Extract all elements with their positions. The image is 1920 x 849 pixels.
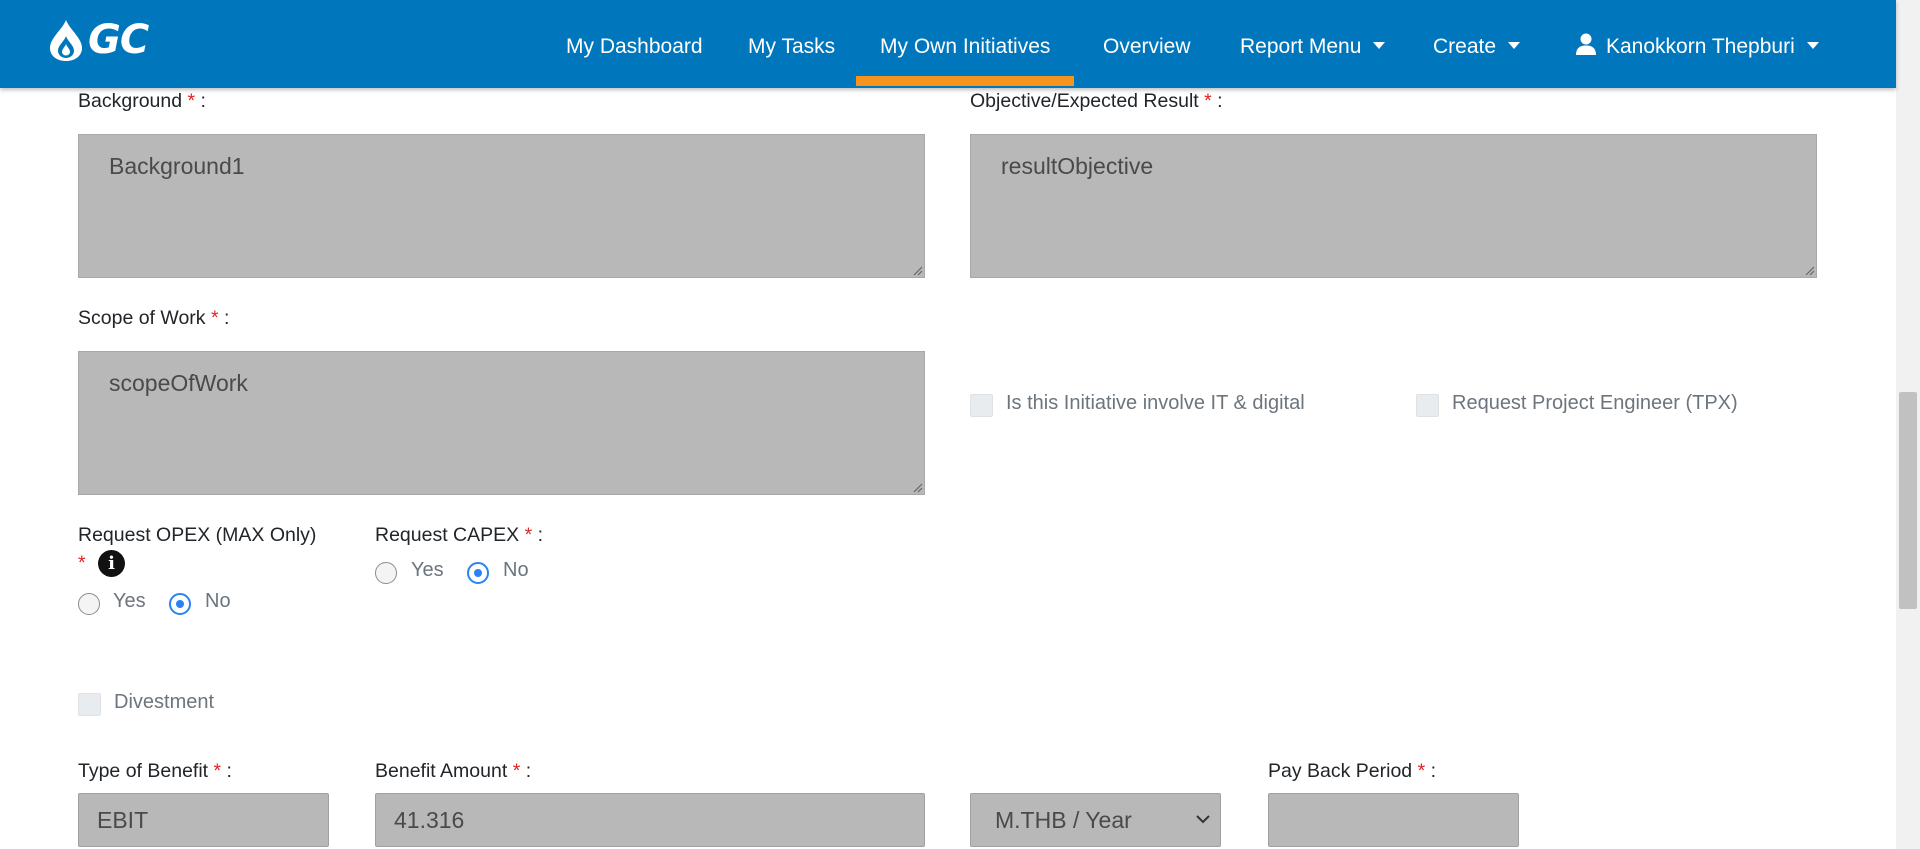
payback-label-text: Pay Back Period — [1268, 760, 1413, 782]
required-mark: * — [210, 307, 219, 329]
required-mark: * — [512, 760, 521, 782]
nav-report-menu-label: Report Menu — [1240, 35, 1362, 58]
scope-label: Scope of Work * : — [78, 307, 229, 330]
tpx-label: Request Project Engineer (TPX) — [1452, 392, 1738, 414]
gc-logo[interactable]: GC — [48, 17, 149, 63]
capex-no-radio[interactable] — [467, 562, 489, 584]
required-mark: * — [78, 552, 86, 574]
objective-value: resultObjective — [1001, 153, 1154, 179]
flame-drop-icon — [50, 20, 82, 61]
background-label: Background * : — [78, 90, 206, 113]
capex-yes-label: Yes — [411, 559, 444, 581]
chevron-down-icon — [1508, 41, 1521, 49]
background-value: Background1 — [109, 153, 245, 179]
logo-text: GC — [88, 17, 149, 63]
nav-my-own-initiatives[interactable]: My Own Initiatives — [855, 0, 1075, 88]
nav-user-menu[interactable]: Kanokkorn Thepburi — [1576, 0, 1819, 88]
opex-yes-radio[interactable] — [78, 593, 100, 615]
payback-period-input[interactable] — [1268, 793, 1519, 847]
nav-my-dashboard[interactable]: My Dashboard — [566, 0, 703, 88]
required-mark: * — [187, 90, 196, 112]
resize-grip-icon[interactable] — [911, 264, 923, 276]
label-colon: : — [200, 90, 206, 112]
label-colon: : — [1217, 90, 1223, 112]
opex-label: Request OPEX (MAX Only) — [78, 524, 317, 546]
benefit-amount-input[interactable]: 41.316 — [375, 793, 925, 847]
chevron-down-icon — [1196, 815, 1210, 824]
opex-no-label: No — [205, 590, 231, 612]
capex-label-text: Request CAPEX — [375, 524, 520, 546]
benefit-amount-label-text: Benefit Amount — [375, 760, 508, 782]
label-colon: : — [537, 524, 544, 546]
type-of-benefit-label: Type of Benefit * : — [78, 760, 232, 783]
chevron-down-icon — [1806, 41, 1819, 49]
benefit-amount-label: Benefit Amount * : — [375, 760, 531, 783]
nav-report-menu[interactable]: Report Menu — [1240, 0, 1386, 88]
label-colon: : — [226, 760, 232, 782]
nav-my-tasks[interactable]: My Tasks — [748, 0, 835, 88]
nav-create-label: Create — [1433, 35, 1497, 58]
resize-grip-icon[interactable] — [1803, 264, 1815, 276]
chevron-down-icon — [1373, 41, 1386, 49]
objective-label-text: Objective/Expected Result — [970, 90, 1199, 112]
label-colon: : — [1430, 760, 1437, 782]
type-of-benefit-label-text: Type of Benefit — [78, 760, 209, 782]
benefit-unit-select[interactable]: M.THB / Year — [970, 793, 1221, 847]
scope-textarea[interactable]: scopeOfWork — [78, 351, 925, 495]
nav-overview[interactable]: Overview — [1103, 0, 1191, 88]
user-icon — [1576, 33, 1596, 56]
tpx-checkbox[interactable] — [1416, 394, 1439, 417]
resize-grip-icon[interactable] — [911, 481, 923, 493]
divestment-checkbox[interactable] — [78, 693, 101, 716]
capex-label: Request CAPEX * : — [375, 524, 543, 547]
opex-required-mark: * — [78, 552, 86, 575]
opex-yes-label: Yes — [113, 590, 146, 612]
required-mark: * — [1417, 760, 1426, 782]
type-of-benefit-field[interactable]: EBIT — [78, 793, 329, 847]
required-mark: * — [213, 760, 222, 782]
required-mark: * — [1204, 90, 1212, 112]
capex-no-label: No — [503, 559, 529, 581]
background-label-text: Background — [78, 90, 183, 112]
background-textarea[interactable]: Background1 — [78, 134, 925, 278]
label-colon: : — [525, 760, 532, 782]
it-digital-label: Is this Initiative involve IT & digital — [1006, 392, 1305, 414]
page-scrollbar-thumb[interactable] — [1899, 392, 1917, 609]
objective-textarea[interactable]: resultObjective — [970, 134, 1817, 278]
label-colon: : — [223, 307, 230, 329]
scope-value: scopeOfWork — [109, 370, 248, 396]
user-name: Kanokkorn Thepburi — [1606, 35, 1795, 58]
it-digital-checkbox[interactable] — [970, 394, 993, 417]
objective-label: Objective/Expected Result * : — [970, 90, 1223, 113]
nav-my-own-initiatives-label: My Own Initiatives — [880, 35, 1051, 58]
capex-yes-radio[interactable] — [375, 562, 397, 584]
payback-label: Pay Back Period * : — [1268, 760, 1436, 783]
info-icon[interactable]: i — [98, 550, 125, 577]
top-navbar: GC My Dashboard My Tasks My Own Initiati… — [0, 0, 1896, 88]
opex-no-radio[interactable] — [169, 593, 191, 615]
divestment-label: Divestment — [114, 691, 215, 713]
scope-label-text: Scope of Work — [78, 307, 206, 329]
required-mark: * — [524, 524, 533, 546]
nav-create[interactable]: Create — [1433, 0, 1521, 88]
benefit-unit-value: M.THB / Year — [995, 807, 1132, 833]
